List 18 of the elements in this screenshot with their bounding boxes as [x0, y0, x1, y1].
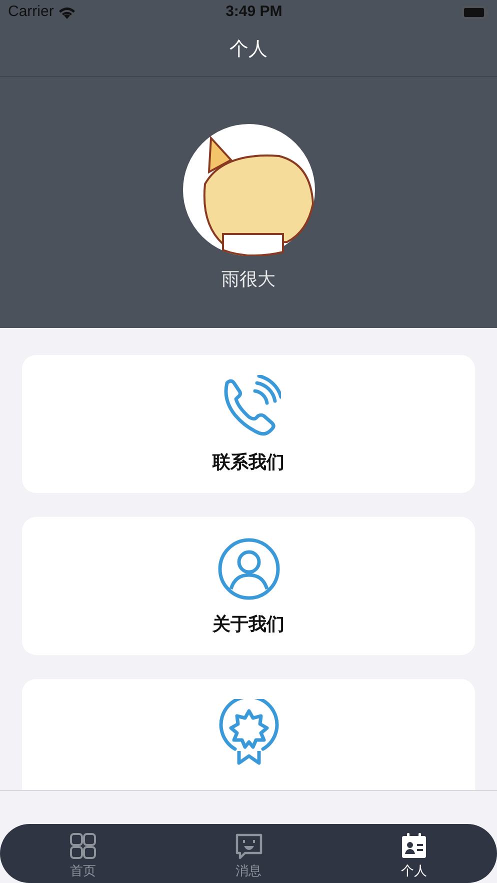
menu-card[interactable]: 联系我们 [22, 355, 475, 493]
tab[interactable]: 首页 [0, 824, 166, 883]
wifi-icon [58, 6, 76, 19]
chat-icon [234, 832, 262, 860]
card-label: 联系我们 [212, 451, 284, 474]
time-label: 3:49 PM [226, 2, 282, 22]
id-card-icon [400, 832, 428, 860]
page-title: 个人 [230, 38, 268, 62]
card-label: 关于我们 [212, 613, 284, 636]
battery-icon [462, 6, 489, 19]
grid-icon [68, 832, 97, 860]
award-icon [216, 699, 280, 765]
menu-card[interactable]: 关于我们 [22, 517, 475, 655]
carrier-label: Carrier [8, 2, 54, 22]
user-name: 雨很大 [222, 268, 276, 291]
menu-card[interactable] [22, 679, 475, 790]
tab[interactable]: 消息 [166, 824, 332, 883]
tab[interactable]: 个人 [331, 824, 497, 883]
